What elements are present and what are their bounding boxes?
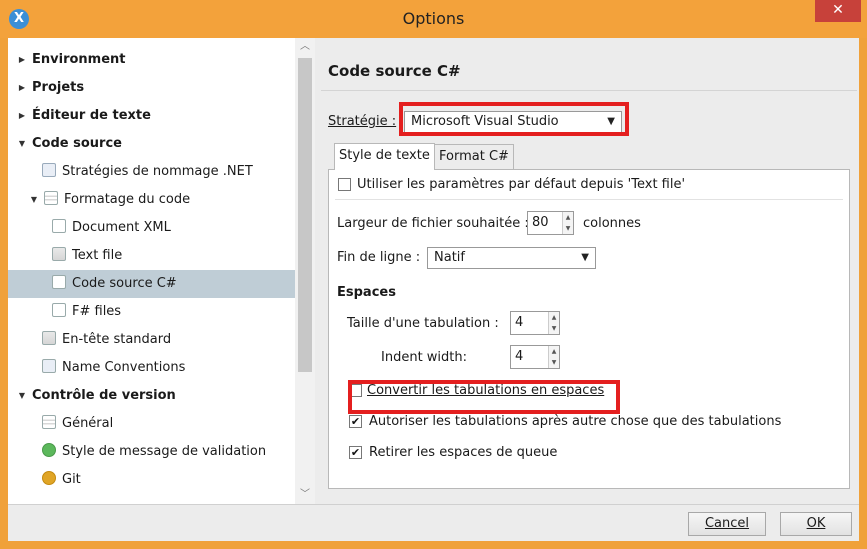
- highlight-convert-tabs: [348, 380, 620, 414]
- allow-tabs-label: Autoriser les tabulations après autre ch…: [369, 414, 782, 429]
- tree-item[interactable]: F# files: [8, 298, 295, 326]
- use-defaults-label: Utiliser les paramètres par défaut depui…: [357, 177, 686, 192]
- collapsed-arrow-icon[interactable]: ▶: [16, 74, 28, 102]
- tree-item-label: Formatage du code: [64, 192, 191, 207]
- tree-item-label: Projets: [32, 80, 85, 95]
- tree-item-label: Text file: [72, 248, 123, 263]
- tab-content: Utiliser les paramètres par défaut depui…: [328, 169, 850, 489]
- expanded-arrow-icon[interactable]: ▼: [16, 382, 28, 410]
- options-tree: ▶ Environment ▶ Projets ▶ Éditeur de texte ▼ Co…: [8, 38, 315, 504]
- tree-item-label: Code source C#: [72, 276, 177, 291]
- tree-item[interactable]: ▼ Formatage du code: [8, 186, 295, 214]
- indent-width-label: Indent width:: [381, 350, 468, 365]
- tab-size-value: 4: [515, 315, 524, 330]
- csharp-file-icon: [52, 275, 66, 289]
- tree-item-label: Style de message de validation: [62, 444, 267, 459]
- tab-style-de-texte[interactable]: Style de texte: [334, 143, 435, 170]
- collapsed-arrow-icon[interactable]: ▶: [16, 102, 28, 130]
- scroll-thumb[interactable]: [298, 58, 312, 372]
- scroll-up-icon[interactable]: ︿: [295, 38, 315, 56]
- dialog-footer: Cancel OK: [8, 504, 859, 541]
- tree-item[interactable]: Stratégies de nommage .NET: [8, 158, 295, 186]
- tree-item-label: Environment: [32, 52, 126, 67]
- panel-divider: [321, 90, 857, 91]
- remove-trailing-label: Retirer les espaces de queue: [369, 445, 558, 460]
- expanded-arrow-icon[interactable]: ▼: [28, 186, 40, 214]
- scroll-down-icon[interactable]: ﹀: [295, 486, 315, 504]
- tree-item-label: F# files: [72, 304, 122, 319]
- git-icon: [42, 471, 56, 485]
- tree-item[interactable]: ▼ Contrôle de version: [8, 382, 295, 410]
- tree-item-label: Éditeur de texte: [32, 108, 151, 123]
- file-width-spinner[interactable]: 80 ▲ ▼: [527, 211, 574, 235]
- highlight-strategy: [399, 102, 629, 136]
- tree-item-label: Code source: [32, 136, 122, 151]
- tree-item[interactable]: Général: [8, 410, 295, 438]
- strategy-label: Stratégie :: [328, 114, 397, 129]
- ok-button[interactable]: OK: [780, 512, 852, 536]
- tree-scrollbar[interactable]: ︿ ﹀: [295, 38, 315, 504]
- xml-file-icon: [52, 219, 66, 233]
- remove-trailing-checkbox[interactable]: ✔: [349, 446, 362, 459]
- tree-item-label: Contrôle de version: [32, 388, 176, 403]
- tree-item[interactable]: ▼ Code source: [8, 130, 295, 158]
- fsharp-file-icon: [52, 303, 66, 317]
- check-circle-icon: [42, 443, 56, 457]
- tree-item[interactable]: Code source C#: [8, 270, 295, 298]
- tree-item[interactable]: Name Conventions: [8, 354, 295, 382]
- spinner-arrows-icon[interactable]: ▲ ▼: [548, 346, 559, 368]
- formatting-icon: [44, 191, 58, 205]
- line-ending-dropdown[interactable]: Natif ▼: [427, 247, 596, 269]
- tree-item-label: Document XML: [72, 220, 171, 235]
- tree-item[interactable]: ▶ Éditeur de texte: [8, 102, 295, 130]
- naming-icon: [42, 163, 56, 177]
- tree-item[interactable]: Style de message de validation: [8, 438, 295, 466]
- chevron-down-icon: ▼: [581, 252, 589, 263]
- tab-size-spinner[interactable]: 4 ▲ ▼: [510, 311, 560, 335]
- tree-item[interactable]: Git: [8, 466, 295, 494]
- tree-item[interactable]: ▶ Projets: [8, 74, 295, 102]
- close-button[interactable]: ✕: [815, 0, 861, 22]
- expanded-arrow-icon[interactable]: ▼: [16, 130, 28, 158]
- tree-item-label: Général: [62, 416, 114, 431]
- settings-panel: Code source C# Stratégie : Microsoft Vis…: [315, 38, 859, 504]
- line-ending-value: Natif: [434, 250, 465, 265]
- cancel-button[interactable]: Cancel: [688, 512, 766, 536]
- tree-list: ▶ Environment ▶ Projets ▶ Éditeur de texte ▼ Co…: [8, 46, 295, 494]
- options-window: X Options ✕ ▶ Environment ▶ Projets ▶ Éditeur…: [0, 0, 867, 549]
- tree-item-label: Stratégies de nommage .NET: [62, 164, 253, 179]
- tree-item-label: Git: [62, 472, 81, 487]
- text-file-icon: [52, 247, 66, 261]
- panel-title: Code source C#: [328, 62, 461, 80]
- use-defaults-checkbox[interactable]: [338, 178, 351, 191]
- line-ending-label: Fin de ligne :: [337, 250, 421, 265]
- tab-format-csharp[interactable]: Format C#: [434, 144, 514, 170]
- dialog-client: ▶ Environment ▶ Projets ▶ Éditeur de texte ▼ Co…: [8, 38, 859, 541]
- file-width-value: 80: [532, 215, 549, 230]
- title-bar[interactable]: X Options ✕: [0, 0, 867, 38]
- spinner-arrows-icon[interactable]: ▲ ▼: [548, 312, 559, 334]
- tree-item[interactable]: Text file: [8, 242, 295, 270]
- indent-width-value: 4: [515, 349, 524, 364]
- tab-size-label: Taille d'une tabulation :: [347, 316, 499, 331]
- tree-item-label: Name Conventions: [62, 360, 186, 375]
- tree-item[interactable]: ▶ Environment: [8, 46, 295, 74]
- file-width-label: Largeur de fichier souhaitée :: [337, 216, 529, 231]
- spaces-section-heading: Espaces: [337, 285, 396, 300]
- window-title: Options: [402, 9, 465, 28]
- allow-tabs-checkbox[interactable]: ✔: [349, 415, 362, 428]
- general-icon: [42, 415, 56, 429]
- indent-width-spinner[interactable]: 4 ▲ ▼: [510, 345, 560, 369]
- tree-item-label: En-tête standard: [62, 332, 172, 347]
- tree-item[interactable]: En-tête standard: [8, 326, 295, 354]
- tree-item[interactable]: Document XML: [8, 214, 295, 242]
- name-conventions-icon: [42, 359, 56, 373]
- spinner-arrows-icon[interactable]: ▲ ▼: [562, 212, 573, 234]
- header-file-icon: [42, 331, 56, 345]
- divider: [335, 199, 843, 200]
- close-icon: ✕: [832, 2, 844, 18]
- file-width-unit: colonnes: [583, 216, 641, 231]
- collapsed-arrow-icon[interactable]: ▶: [16, 46, 28, 74]
